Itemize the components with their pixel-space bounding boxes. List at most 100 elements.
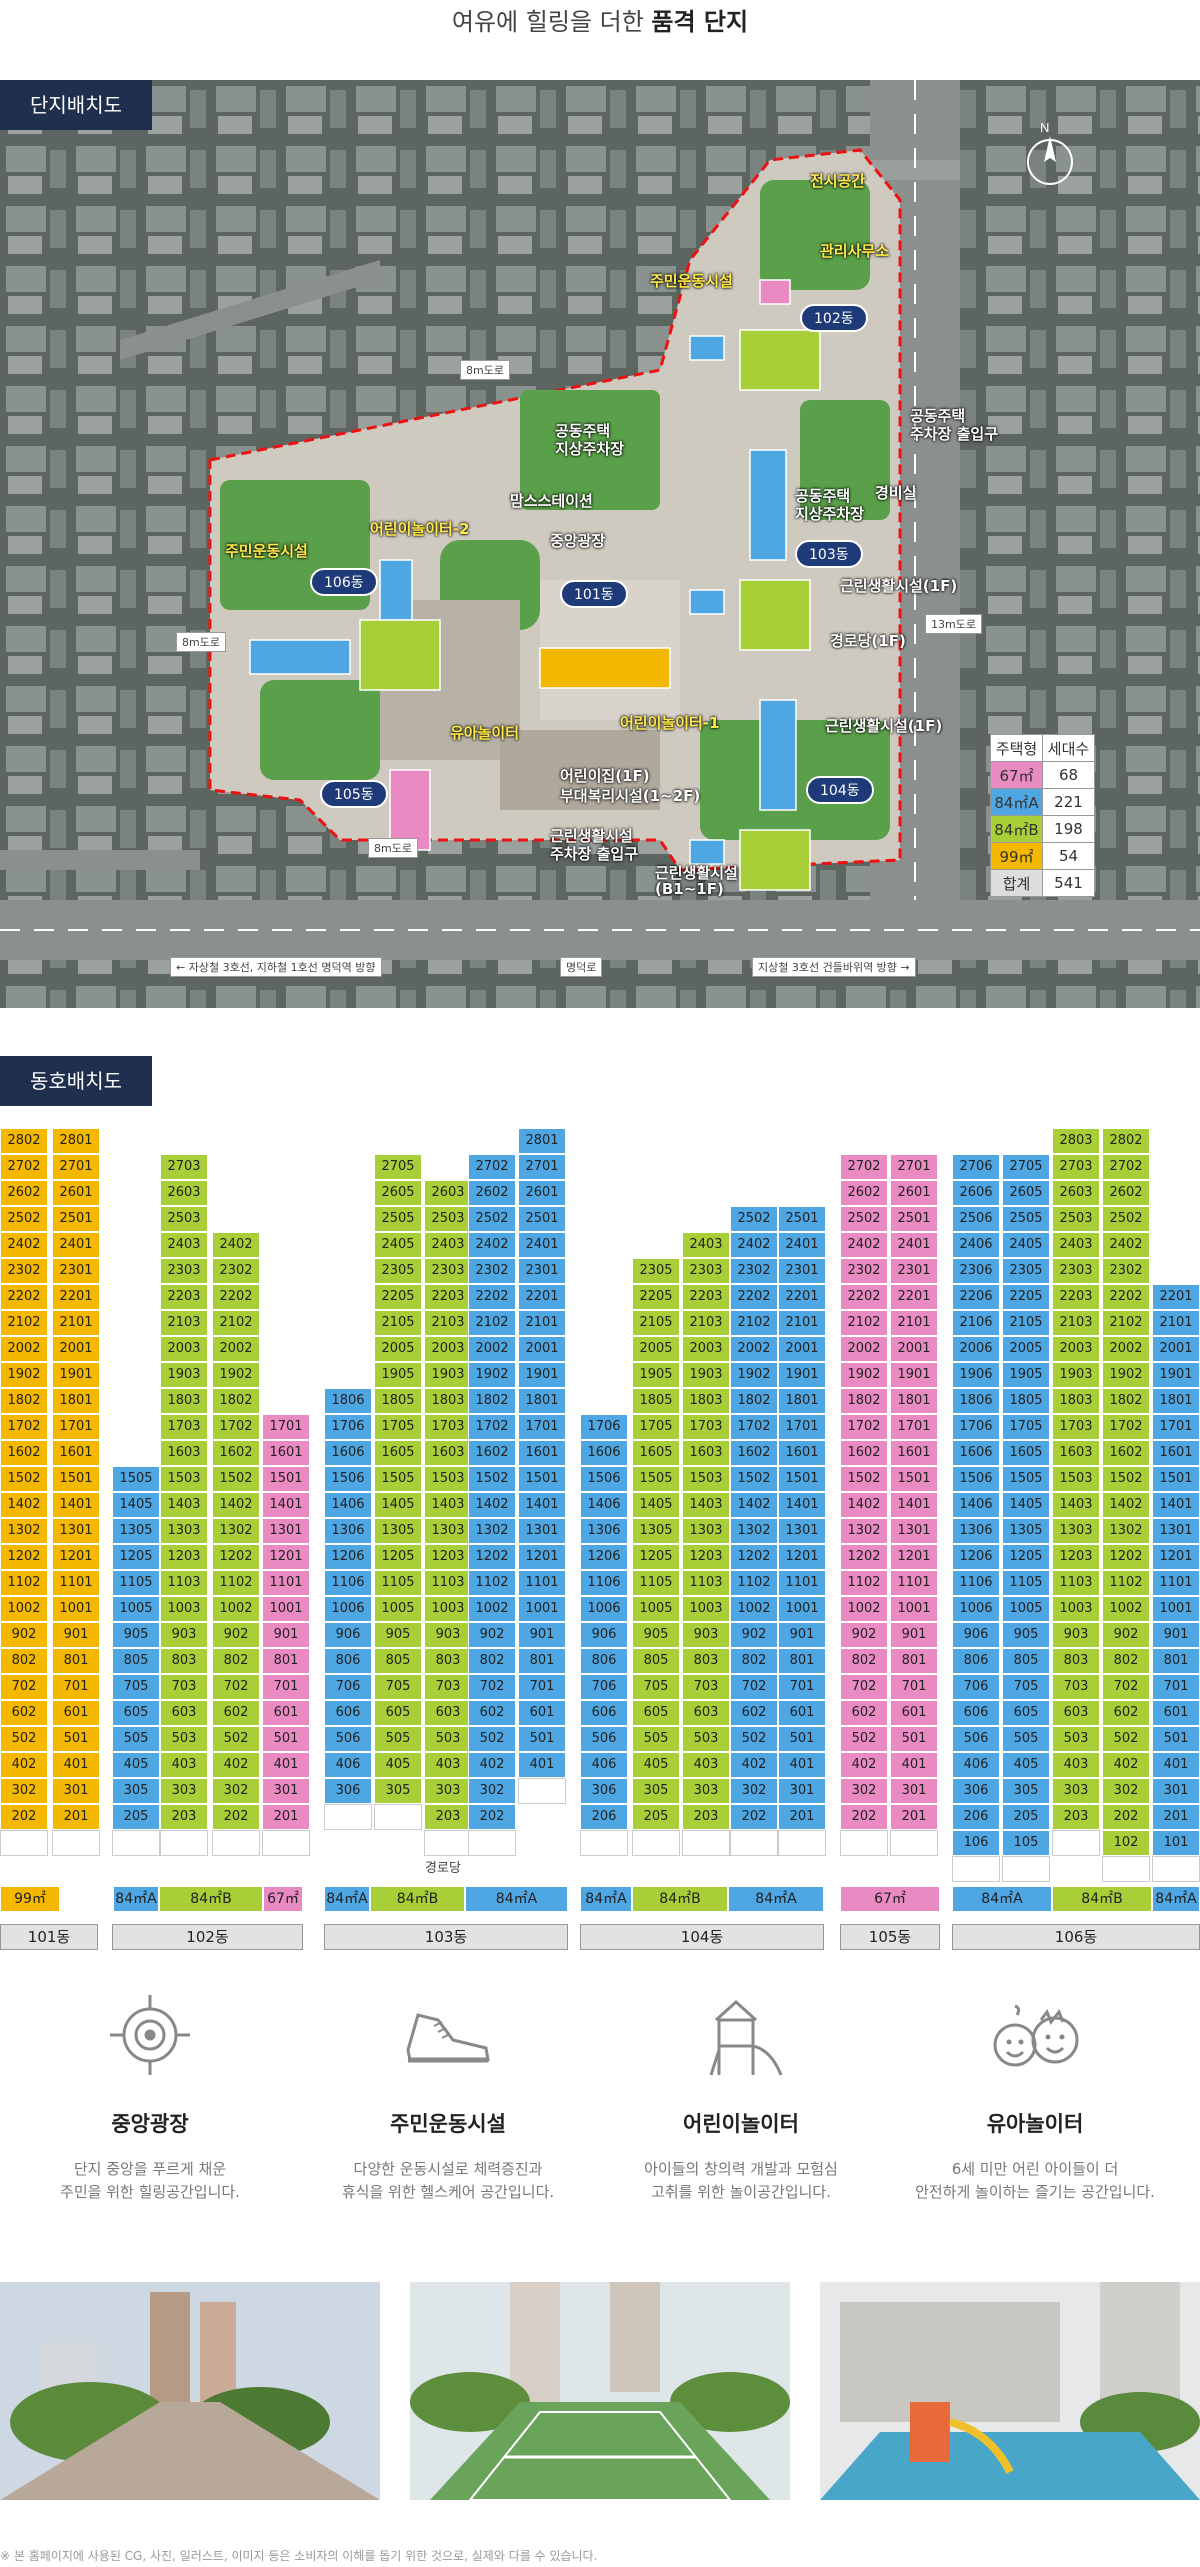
unit-cell: 2402 [212, 1232, 260, 1258]
unit-cell: 1501 [778, 1466, 826, 1492]
unit-cell: 2203 [682, 1284, 730, 1310]
unit-cell: 2101 [52, 1310, 100, 1336]
unit-cell: 206 [580, 1804, 628, 1830]
unit-cell: 1901 [1152, 1362, 1200, 1388]
unit-cell: 2703 [160, 1154, 208, 1180]
unit-cell: 2502 [468, 1206, 516, 1232]
unit-cell: 1302 [730, 1518, 778, 1544]
label-parking-2b: 지상주차장 [795, 505, 865, 523]
label-moms-station: 맘스스테이션 [510, 492, 593, 510]
unit-cell: 1601 [1152, 1440, 1200, 1466]
unit-type-label: 67㎡ [263, 1886, 303, 1912]
unit-cell: 1202 [468, 1544, 516, 1570]
unit-cell: 1201 [778, 1544, 826, 1570]
unit-cell: 2606 [952, 1180, 1000, 1206]
unit-cell: 2006 [952, 1336, 1000, 1362]
unit-cell: 2002 [1102, 1336, 1150, 1362]
unit-cell: 1106 [580, 1570, 628, 1596]
unit-cell: 1905 [374, 1362, 422, 1388]
unit-cell: 2302 [468, 1258, 516, 1284]
unit-cell: 901 [890, 1622, 938, 1648]
unit-cell: 1102 [840, 1570, 888, 1596]
unit-cell: 801 [1152, 1648, 1200, 1674]
unit-cell: 601 [1152, 1700, 1200, 1726]
unit-cell: 803 [682, 1648, 730, 1674]
unit-cell: 2301 [52, 1258, 100, 1284]
unit-cell: 2103 [424, 1310, 472, 1336]
unit-cell: 603 [160, 1700, 208, 1726]
unit-cell: 1901 [890, 1362, 938, 1388]
unit-cell: 1405 [112, 1492, 160, 1518]
unit-cell: 1001 [778, 1596, 826, 1622]
unit-cell: 901 [1152, 1622, 1200, 1648]
label-central-plaza: 중앙광장 [550, 532, 606, 550]
unit-cell: 2002 [840, 1336, 888, 1362]
feature-title: 어린이놀이터 [683, 2112, 799, 2136]
empty-unit-cell [1002, 1856, 1050, 1882]
unit-cell: 1601 [262, 1440, 310, 1466]
unit-cell: 2302 [1102, 1258, 1150, 1284]
unit-cell: 303 [424, 1778, 472, 1804]
unit-cell: 505 [112, 1726, 160, 1752]
unit-cell: 106 [952, 1830, 1000, 1856]
table-cell: 84㎡B [990, 815, 1043, 843]
unit-cell: 402 [0, 1752, 48, 1778]
unit-cell: 401 [518, 1752, 566, 1778]
unit-cell: 301 [778, 1778, 826, 1804]
unit-cell: 602 [212, 1700, 260, 1726]
unit-cell: 1701 [262, 1414, 310, 1440]
unit-cell: 2005 [374, 1336, 422, 1362]
road-label-2: 8m도로 [176, 632, 226, 652]
unit-cell: 2303 [160, 1258, 208, 1284]
unit-cell: 1305 [374, 1518, 422, 1544]
unit-cell: 2103 [682, 1310, 730, 1336]
unit-cell: 1602 [212, 1440, 260, 1466]
unit-cell: 1906 [952, 1362, 1000, 1388]
unit-cell: 1802 [840, 1388, 888, 1414]
unit-cell: 605 [374, 1700, 422, 1726]
unit-cell: 803 [424, 1648, 472, 1674]
unit-cell: 802 [468, 1648, 516, 1674]
unit-cell: 1006 [324, 1596, 372, 1622]
table-cell: 68 [1042, 761, 1095, 789]
label-management-office: 관리사무소 [820, 242, 890, 260]
unit-cell: 1701 [890, 1414, 938, 1440]
feature-desc: 단지 중앙을 푸르게 채운 [73, 2160, 227, 2178]
unit-count-table: 주택형 세대수 67㎡ 68 84㎡A 221 84㎡B 198 99㎡ 54 합계 541 [990, 734, 1095, 897]
unit-cell: 1501 [262, 1466, 310, 1492]
label-infant-playground: 유아놀이터 [450, 724, 520, 742]
unit-cell: 2202 [468, 1284, 516, 1310]
unit-cell: 2301 [518, 1258, 566, 1284]
unit-cell: 605 [1002, 1700, 1050, 1726]
unit-cell: 1702 [468, 1414, 516, 1440]
unit-cell: 502 [212, 1726, 260, 1752]
table-header: 주택형 [990, 734, 1043, 762]
unit-cell: 201 [1152, 1804, 1200, 1830]
unit-cell: 1401 [1152, 1492, 1200, 1518]
empty-unit-cell [212, 1830, 260, 1856]
unit-cell: 2001 [52, 1336, 100, 1362]
unit-cell: 1502 [0, 1466, 48, 1492]
unit-cell: 1605 [632, 1440, 680, 1466]
unit-cell: 1201 [262, 1544, 310, 1570]
unit-cell: 405 [632, 1752, 680, 1778]
unit-cell: 1406 [580, 1492, 628, 1518]
unit-cell: 1801 [1152, 1388, 1200, 1414]
unit-cell: 901 [778, 1622, 826, 1648]
unit-type-label: 84㎡A [952, 1886, 1052, 1912]
unit-cell: 1706 [580, 1414, 628, 1440]
unit-cell: 1205 [112, 1544, 160, 1570]
disclaimer-note: ※ 본 홈페이지에 사용된 CG, 사진, 일러스트, 이미지 등은 소비자의 … [0, 2549, 598, 2563]
unit-cell: 801 [262, 1648, 310, 1674]
unit-cell: 1503 [1052, 1466, 1100, 1492]
unit-cell: 1206 [324, 1544, 372, 1570]
dong-label: 103동 [324, 1924, 568, 1950]
unit-cell: 305 [1002, 1778, 1050, 1804]
label-parking-1b: 지상주차장 [555, 440, 625, 458]
unit-cell: 1202 [840, 1544, 888, 1570]
unit-cell: 2601 [52, 1180, 100, 1206]
unit-cell: 501 [890, 1726, 938, 1752]
unit-cell: 503 [160, 1726, 208, 1752]
unit-cell: 1301 [518, 1518, 566, 1544]
unit-cell: 802 [0, 1648, 48, 1674]
